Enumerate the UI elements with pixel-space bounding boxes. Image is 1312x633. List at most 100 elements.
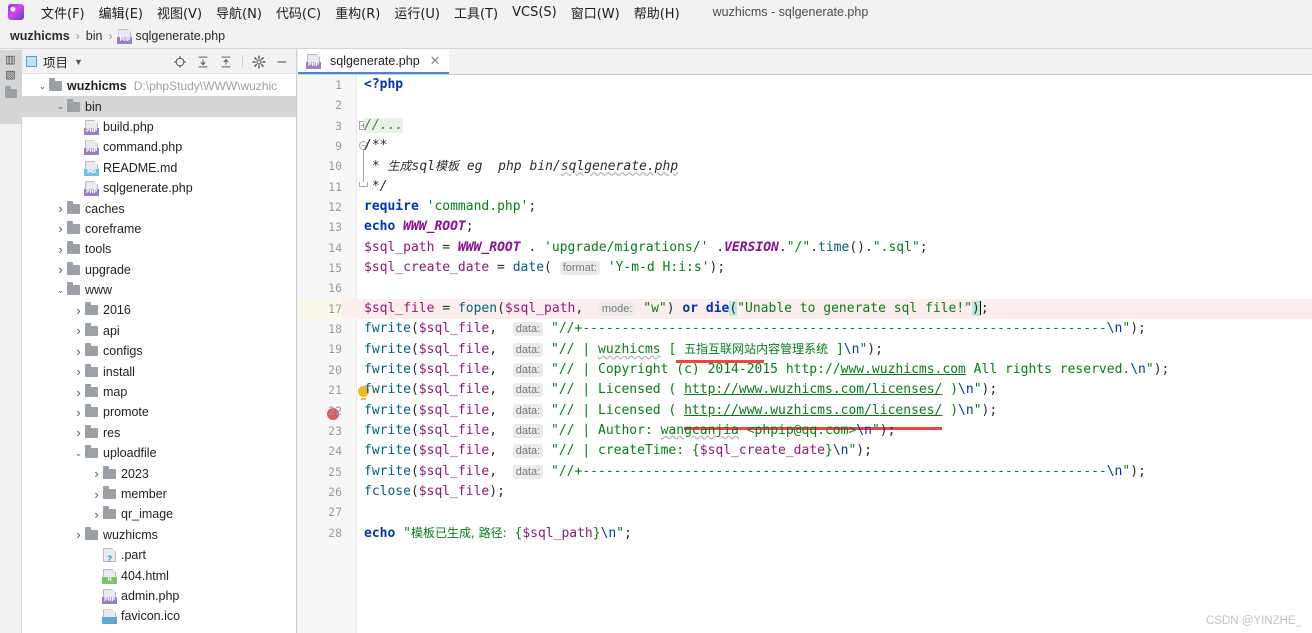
tree-item-map[interactable]: › map [22,382,296,402]
line-number: 20 [328,362,342,377]
breadcrumb-item-file[interactable]: sqlgenerate.php [135,29,225,43]
menu-item-run[interactable]: 运行(U) [387,1,447,24]
chevron-down-icon[interactable]: ⌄ [36,81,49,92]
tree-item-command-php[interactable]: ·command.php [22,137,296,157]
watermark: CSDN @YINZHE_ [1205,615,1302,627]
close-icon[interactable]: ✕ [430,53,441,69]
tree-item-coreframe[interactable]: › coreframe [22,219,296,239]
editor-tab-sqlgenerate[interactable]: sqlgenerate.php ✕ [298,49,449,74]
chevron-right-icon[interactable]: › [90,466,103,481]
code-line-current[interactable]: 17 $sql_file = fopen($sql_path, mode: "w… [298,298,1312,320]
chevron-right-icon[interactable]: › [90,487,103,502]
chevron-right-icon[interactable]: › [54,262,67,277]
tree-item-promote[interactable]: › promote [22,402,296,422]
code-line[interactable]: 13 echo WWW_ROOT; [298,217,1312,237]
menu-item-refactor[interactable]: 重构(R) [328,1,387,24]
project-file-tree[interactable]: ⌄wuzhicmsD:\phpStudy\WWW\wuzhic⌄bin·buil… [22,74,296,633]
chevron-right-icon[interactable]: › [90,507,103,522]
chevron-down-icon[interactable]: ⌄ [54,101,67,112]
chevron-right-icon[interactable]: › [72,344,85,359]
code-line[interactable]: 3 //... [298,116,1312,136]
code-line[interactable]: 27 [298,502,1312,522]
chevron-right-icon[interactable]: › [54,221,67,236]
project-panel-title-group[interactable]: 项目 ▼ [26,52,83,71]
menu-item-code[interactable]: 代码(C) [269,1,328,24]
tree-item-sqlgenerate-php[interactable]: ·sqlgenerate.php [22,178,296,198]
code-line[interactable]: 26 fclose($sql_file); [298,482,1312,502]
code-viewport[interactable]: + – 1 <?php 2 3 //... [298,75,1312,633]
tree-item-member[interactable]: › member [22,484,296,504]
tree-item-res[interactable]: › res [22,423,296,443]
code-line[interactable]: 2 [298,95,1312,115]
menu-item-view[interactable]: 视图(V) [150,1,209,24]
tree-item-configs[interactable]: › configs [22,341,296,361]
menu-item-help[interactable]: 帮助(H) [627,1,687,24]
tree-item-2016[interactable]: › 2016 [22,300,296,320]
collapse-all-icon[interactable] [219,55,233,69]
breadcrumb-item-bin[interactable]: bin [86,29,103,43]
chevron-right-icon[interactable]: › [72,303,85,318]
chevron-right-icon[interactable]: › [54,201,67,216]
tree-item-install[interactable]: › install [22,361,296,381]
code-line[interactable]: 28 echo "模板已生成, 路径: {$sql_path}\n"; [298,523,1312,543]
code-line[interactable]: 12 require 'command.php'; [298,197,1312,217]
code-line[interactable]: 15 $sql_create_date = date( format: 'Y-m… [298,258,1312,278]
chevron-right-icon[interactable]: › [72,364,85,379]
chevron-right-icon[interactable]: › [72,323,85,338]
menu-item-edit[interactable]: 编辑(E) [92,1,150,24]
tree-item-www[interactable]: ⌄ www [22,280,296,300]
code-line[interactable]: 21 fwrite($sql_file, data: "// | License… [298,380,1312,400]
folder-icon [49,78,62,92]
menu-item-file[interactable]: 文件(F) [34,1,92,24]
folder-icon [103,465,116,479]
tree-item-caches[interactable]: › caches [22,198,296,218]
tree-item-wuzhicms[interactable]: ⌄ wuzhicms D:\phpStudy\WWW\wuzhic [22,76,296,96]
hide-panel-icon[interactable] [275,55,289,69]
chevron-right-icon[interactable]: › [54,242,67,257]
code-line[interactable]: 14 $sql_path = WWW_ROOT . 'upgrade/migra… [298,238,1312,258]
chevron-down-icon[interactable]: ▼ [74,57,83,67]
menu-item-window[interactable]: 窗口(W) [564,1,627,24]
menu-item-vcs[interactable]: VCS(S) [505,3,564,22]
tree-item-api[interactable]: › api [22,321,296,341]
chevron-down-icon[interactable]: ⌄ [72,448,85,459]
chevron-down-icon[interactable]: ⌄ [54,285,67,296]
tree-item-404-html[interactable]: ·404.html [22,565,296,585]
tree-item-upgrade[interactable]: › upgrade [22,260,296,280]
chevron-right-icon[interactable]: › [72,405,85,420]
code-line[interactable]: 23 fwrite($sql_file, data: "// | Author:… [298,421,1312,441]
menu-item-navigate[interactable]: 导航(N) [209,1,269,24]
tree-item-tools[interactable]: › tools [22,239,296,259]
code-line[interactable]: 25 fwrite($sql_file, data: "//+---------… [298,462,1312,482]
tree-item--part[interactable]: ·.part [22,545,296,565]
tree-item-build-php[interactable]: ·build.php [22,117,296,137]
tree-item-readme-md[interactable]: ·README.md [22,158,296,178]
tree-item-uploadfile[interactable]: ⌄ uploadfile [22,443,296,463]
menu-item-tools[interactable]: 工具(T) [447,1,505,24]
code-line[interactable]: 16 [298,278,1312,298]
tree-item-2023[interactable]: › 2023 [22,463,296,483]
folder-icon [85,424,98,438]
code-line[interactable]: 1 <?php [298,75,1312,95]
tool-window-button-project[interactable]: ▥ ▧ [0,50,21,124]
code-line[interactable]: 24 fwrite($sql_file, data: "// | createT… [298,441,1312,461]
code-line[interactable]: 22 fwrite($sql_file, data: "// | License… [298,401,1312,421]
chevron-right-icon[interactable]: › [72,385,85,400]
chevron-right-icon[interactable]: › [72,425,85,440]
chevron-right-icon[interactable]: › [72,527,85,542]
code-line[interactable]: 11 */ [298,177,1312,197]
select-opened-file-icon[interactable] [173,55,187,69]
code-line[interactable]: 19 fwrite($sql_file, data: "// | wuzhicm… [298,339,1312,359]
code-line[interactable]: 10 * 生成sql模板 eg php bin/sqlgenerate.php [298,156,1312,176]
tree-item-bin[interactable]: ⌄ bin [22,96,296,117]
tree-item-favicon-ico[interactable]: ·favicon.ico [22,606,296,626]
tree-item-qr-image[interactable]: › qr_image [22,504,296,524]
code-line[interactable]: 20 fwrite($sql_file, data: "// | Copyrig… [298,360,1312,380]
code-line[interactable]: 18 fwrite($sql_file, data: "//+---------… [298,319,1312,339]
settings-gear-icon[interactable] [252,54,266,69]
tree-item-admin-php[interactable]: ·admin.php [22,586,296,606]
code-line[interactable]: 9 /** [298,136,1312,156]
breadcrumb-item-project[interactable]: wuzhicms [10,29,70,43]
expand-all-icon[interactable] [196,55,210,69]
tree-item-wuzhicms[interactable]: › wuzhicms [22,525,296,545]
